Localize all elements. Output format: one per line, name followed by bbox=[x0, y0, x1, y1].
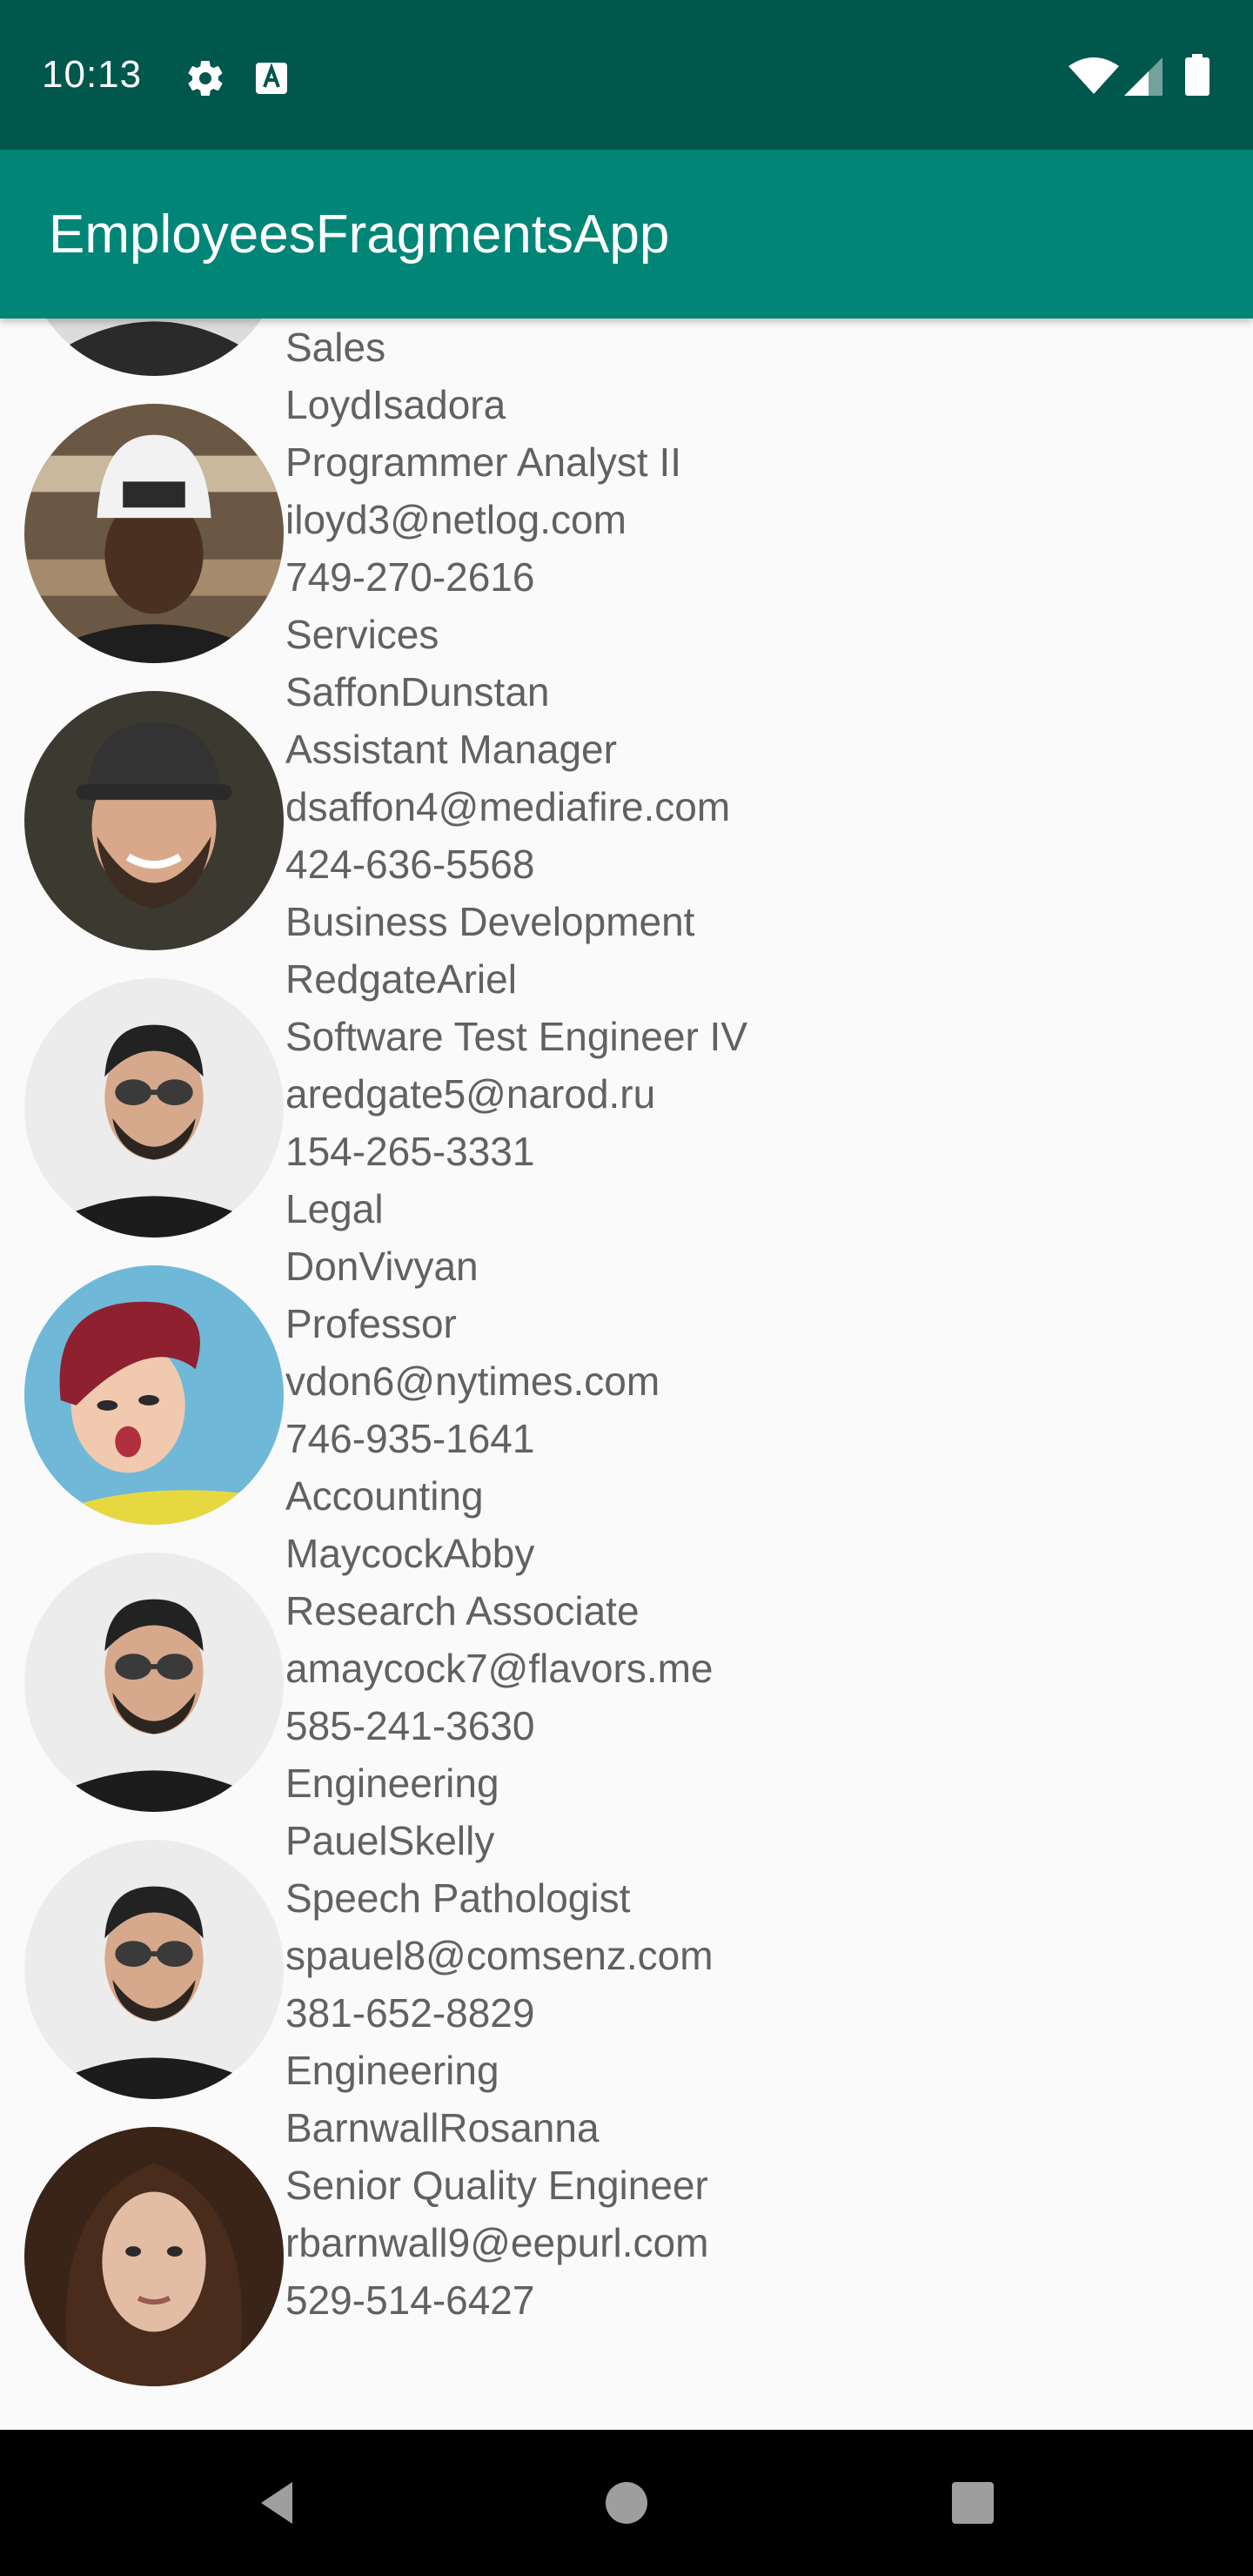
home-icon[interactable] bbox=[592, 2468, 661, 2538]
employee-name: LoydIsadora bbox=[285, 382, 506, 427]
back-icon[interactable] bbox=[244, 2468, 313, 2538]
employee-name: MaycockAbby bbox=[285, 1531, 535, 1576]
avatar bbox=[24, 1840, 284, 2099]
employee-department: Engineering bbox=[285, 1761, 499, 1806]
employee-title: Assistant Manager bbox=[285, 727, 617, 772]
a-badge-icon bbox=[254, 61, 289, 96]
employee-department: Business Development bbox=[285, 899, 695, 944]
avatar bbox=[24, 319, 284, 376]
employee-info: SaffonDunstan Assistant Manager dsaffon4@m… bbox=[285, 663, 730, 950]
employee-info: LoydIsadora Programmer Analyst II iloyd3@n… bbox=[285, 376, 681, 663]
avatar-man-sunglasses-image bbox=[24, 978, 284, 1238]
employee-email: dsaffon4@mediafire.com bbox=[285, 784, 731, 829]
employee-email: iloyd3@netlog.com bbox=[285, 497, 626, 542]
employee-list-item[interactable]: SaffonDunstan Assistant Manager dsaffon4@m… bbox=[0, 663, 1253, 950]
avatar-man-sunglasses-image bbox=[24, 1553, 284, 1812]
employee-department: Engineering bbox=[285, 2048, 499, 2093]
employee-title: Professor bbox=[285, 1301, 457, 1346]
employee-email: rbarnwall9@eepurl.com bbox=[285, 2220, 709, 2265]
employee-list-item[interactable]: 412-531-8805Sales bbox=[0, 319, 1253, 376]
employee-phone: 749-270-2616 bbox=[285, 554, 535, 600]
battery-icon bbox=[1185, 54, 1209, 96]
employee-name: DonVivyan bbox=[285, 1244, 479, 1289]
avatar bbox=[24, 1265, 284, 1525]
avatar bbox=[24, 978, 284, 1238]
employee-phone: 154-265-3331 bbox=[285, 1129, 535, 1174]
employee-list-item[interactable]: RedgateAriel Software Test Engineer IV are… bbox=[0, 950, 1253, 1238]
app-title: EmployeesFragmentsApp bbox=[49, 205, 670, 265]
employee-list-item[interactable]: MaycockAbby Research Associate amaycock7@f… bbox=[0, 1525, 1253, 1812]
employee-list[interactable]: 412-531-8805Sales LoydIsadora Programmer … bbox=[0, 319, 1253, 2430]
employee-info: MaycockAbby Research Associate amaycock7@f… bbox=[285, 1525, 714, 1812]
recents-icon[interactable] bbox=[938, 2468, 1008, 2538]
avatar-woman-dark-hair-image bbox=[24, 2127, 284, 2386]
employee-list-item[interactable]: LoydIsadora Programmer Analyst II iloyd3@n… bbox=[0, 376, 1253, 663]
employee-title: Software Test Engineer IV bbox=[285, 1014, 747, 1059]
employee-list-item[interactable]: PauelSkelly Speech Pathologist spauel8@com… bbox=[0, 1812, 1253, 2099]
employee-name: RedgateAriel bbox=[285, 956, 517, 1002]
employee-phone: 424-636-5568 bbox=[285, 842, 535, 887]
employee-department: Sales bbox=[285, 325, 386, 370]
employee-name: BarnwallRosanna bbox=[285, 2105, 600, 2150]
employee-name: SaffonDunstan bbox=[285, 669, 550, 714]
employee-info: BarnwallRosanna Senior Quality Engineer rb… bbox=[285, 2099, 708, 2386]
status-time: 10:13 bbox=[42, 53, 143, 96]
avatar-man-white-beanie-image bbox=[24, 404, 284, 663]
avatar-woman-red-hair-image bbox=[24, 1265, 284, 1525]
employee-list-item[interactable]: BarnwallRosanna Senior Quality Engineer rb… bbox=[0, 2099, 1253, 2386]
gear-icon bbox=[184, 57, 226, 99]
employee-title: Senior Quality Engineer bbox=[285, 2163, 708, 2208]
employee-list-content: 412-531-8805Sales LoydIsadora Programmer … bbox=[0, 319, 1253, 2386]
avatar bbox=[24, 404, 284, 663]
employee-phone: 381-652-8829 bbox=[285, 1990, 535, 2036]
avatar-man-bald-image bbox=[24, 319, 284, 376]
signal-icon bbox=[1124, 57, 1163, 96]
employee-title: Programmer Analyst II bbox=[285, 439, 682, 485]
employee-department: Accounting bbox=[285, 1473, 484, 1519]
avatar bbox=[24, 1553, 284, 1812]
wifi-icon bbox=[1069, 57, 1119, 96]
employee-list-item[interactable]: DonVivyan Professor vdon6@nytimes.com 746-9… bbox=[0, 1238, 1253, 1525]
employee-department bbox=[285, 2329, 708, 2386]
avatar bbox=[24, 691, 284, 950]
avatar-man-cap-beard-image bbox=[24, 691, 284, 950]
avatar-man-sunglasses-image bbox=[24, 1840, 284, 2099]
app-bar: EmployeesFragmentsApp bbox=[0, 150, 1253, 319]
employee-email: amaycock7@flavors.me bbox=[285, 1646, 714, 1691]
employee-title: Speech Pathologist bbox=[285, 1875, 631, 1921]
employee-phone: 529-514-6427 bbox=[285, 2277, 535, 2323]
employee-name: PauelSkelly bbox=[285, 1818, 495, 1863]
navigation-bar bbox=[0, 2430, 1253, 2576]
employee-department: Legal bbox=[285, 1186, 384, 1231]
employee-phone: 585-241-3630 bbox=[285, 1703, 535, 1748]
employee-department: Services bbox=[285, 612, 439, 657]
employee-email: spauel8@comsenz.com bbox=[285, 1933, 714, 1978]
avatar bbox=[24, 2127, 284, 2386]
employee-email: vdon6@nytimes.com bbox=[285, 1358, 660, 1404]
employee-phone: 746-935-1641 bbox=[285, 1416, 535, 1461]
employee-title: Research Associate bbox=[285, 1588, 640, 1633]
employee-info: PauelSkelly Speech Pathologist spauel8@com… bbox=[285, 1812, 714, 2099]
employee-info: RedgateAriel Software Test Engineer IV are… bbox=[285, 950, 747, 1238]
status-bar: 10:13 bbox=[0, 0, 1253, 150]
employee-info: 412-531-8805Sales bbox=[285, 319, 534, 376]
employee-email: aredgate5@narod.ru bbox=[285, 1071, 656, 1117]
employee-info: DonVivyan Professor vdon6@nytimes.com 746-9… bbox=[285, 1238, 660, 1525]
